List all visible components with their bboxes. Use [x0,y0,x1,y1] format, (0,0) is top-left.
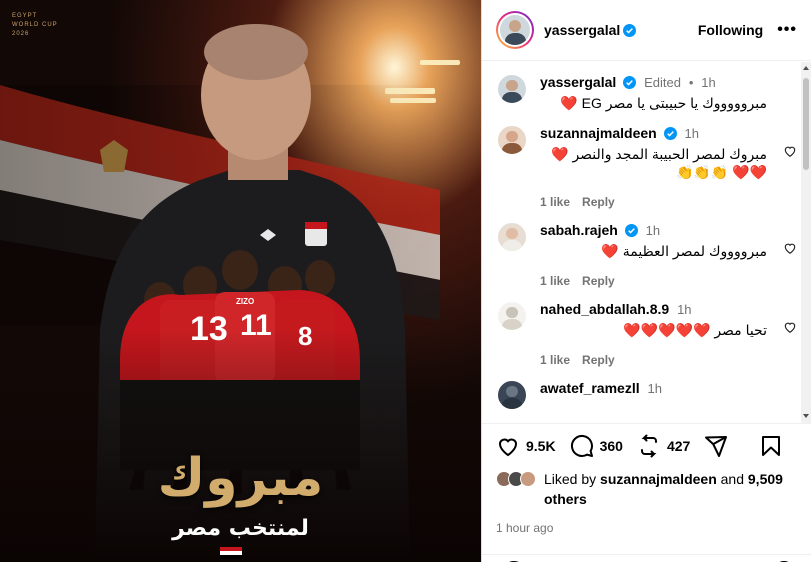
wc-label-line-2: WORLD CUP [12,22,58,28]
jersey-number-13: 13 [190,310,228,348]
caption-time: 1h [701,75,716,90]
heart-icon[interactable] [783,144,797,158]
world-cup-label: EGYPT WORLD CUP 2026 [12,12,58,39]
wc-label-line-3: 2026 [12,31,30,37]
comment-button[interactable]: 360 [570,434,623,458]
repost-count: 427 [666,437,691,454]
poster-subline: لمنتخب مصر [172,516,309,541]
wc-label-line-1: EGYPT [12,13,38,19]
comment-text-body: مبروك لمصر الحبيبة المجد والنصر ❤️❤️❤️ [551,146,767,180]
comment-avatar[interactable] [496,124,528,156]
post-image[interactable]: 13 11 8 ZIZO EGYPT WORLD CUP 2026 مبروك … [0,0,481,562]
liker-avatar[interactable] [520,471,536,487]
comment-time: 1h [684,126,699,141]
author-avatar[interactable] [496,11,534,49]
verified-badge-icon [623,23,637,37]
comment-avatar[interactable] [496,379,528,411]
scroll-thumb[interactable] [803,78,809,170]
repost-button[interactable]: 427 [637,434,690,458]
flag-mini-icon [220,547,242,559]
post-header: yassergalal Following ••• [482,0,811,61]
comments-list[interactable]: yassergalal Edited • 1h مبروووووك يا حبي… [482,61,811,423]
comment-count: 360 [599,437,623,454]
scroll-up-icon[interactable] [803,66,809,70]
comment-item: nahed_abdallah.8.9 1h تحيا مصر ❤️❤️❤️❤️❤… [496,300,796,367]
comment-likes[interactable]: 1 like [540,195,570,209]
caption-text: مبروووووك يا حبيبتى يا مصر EG ❤️ [560,95,767,111]
reply-button[interactable]: Reply [582,274,615,288]
comment-username[interactable]: sabah.rajeh [540,222,618,238]
verified-badge-icon [623,76,637,89]
reply-button[interactable]: Reply [582,195,615,209]
comment-username[interactable]: awatef_ramezll [540,380,640,396]
jersey-number-11: 11 [240,309,272,342]
jersey-number-8: 8 [298,321,312,351]
liked-by-text: Liked by suzannajmaldeen and 9,509 other… [544,471,783,507]
poster-headline: مبروك [157,448,324,508]
save-button[interactable] [759,434,783,458]
post-timestamp[interactable]: 1 hour ago [482,521,811,535]
caption: yassergalal Edited • 1h مبروووووك يا حبي… [496,73,767,112]
comment-likes[interactable]: 1 like [540,274,570,288]
comment-likes[interactable]: 1 like [540,353,570,367]
author-username[interactable]: yassergalal [544,22,620,38]
comment-item: awatef_ramezll 1h [496,379,767,411]
bookmark-icon [762,435,780,456]
comment-time: 1h [677,302,692,317]
like-button[interactable]: 9.5K [496,434,556,458]
comment-time: 1h [645,223,661,238]
heart-icon [498,438,518,456]
comment-text: مبرووووك لمصر العظيمة ❤️ [601,243,767,259]
caption-edited: Edited [644,75,681,90]
caption-avatar[interactable] [496,73,528,105]
jersey-name: ZIZO [236,297,254,306]
share-paper-plane-icon [705,435,728,457]
verified-badge-icon [624,224,638,237]
verified-badge-icon [663,127,677,140]
post-side-panel: yassergalal Following ••• yassergalal Ed… [481,0,811,562]
share-button[interactable] [704,434,728,458]
like-count[interactable]: 9.5K [526,438,556,454]
comments-scrollbar[interactable] [801,62,811,424]
reply-button[interactable]: Reply [582,353,615,367]
comment-bubble-icon [570,434,593,457]
comment-item: suzannajmaldeen 1h مبروك لمصر الحبيبة ال… [496,124,796,209]
action-bar: 9.5K 360 427 [482,423,811,467]
comment-time: 1h [647,381,662,396]
caption-username[interactable]: yassergalal [540,74,616,90]
following-button[interactable]: Following [698,22,763,38]
comment-username[interactable]: nahed_abdallah.8.9 [540,301,669,317]
liked-by-others-link[interactable]: others [544,491,587,507]
comment-username[interactable]: suzannajmaldeen [540,125,657,141]
repost-icon [640,434,657,457]
clap-emoji: 👏👏👏 [675,164,729,180]
comment-avatar[interactable] [496,300,528,332]
comment-avatar[interactable] [496,221,528,253]
liked-by-count-link[interactable]: 9,509 [748,471,783,487]
liked-by-user-link[interactable]: suzannajmaldeen [600,471,717,487]
heart-icon[interactable] [783,320,797,334]
add-comment-row [482,554,811,562]
post-view: 13 11 8 ZIZO EGYPT WORLD CUP 2026 مبروك … [0,0,811,562]
more-options-icon[interactable]: ••• [777,21,797,39]
comment-item: sabah.rajeh 1h مبرووووك لمصر العظيمة ❤️ … [496,221,796,288]
liker-avatars[interactable] [496,471,536,509]
scroll-down-icon[interactable] [803,414,809,418]
comment-text: مبروك لمصر الحبيبة المجد والنصر ❤️❤️❤️ 👏… [540,145,767,181]
heart-icon[interactable] [783,241,797,255]
comment-text: تحيا مصر ❤️❤️❤️❤️❤️ [623,322,767,338]
liked-by-row: Liked by suzannajmaldeen and 9,509 other… [482,469,811,509]
